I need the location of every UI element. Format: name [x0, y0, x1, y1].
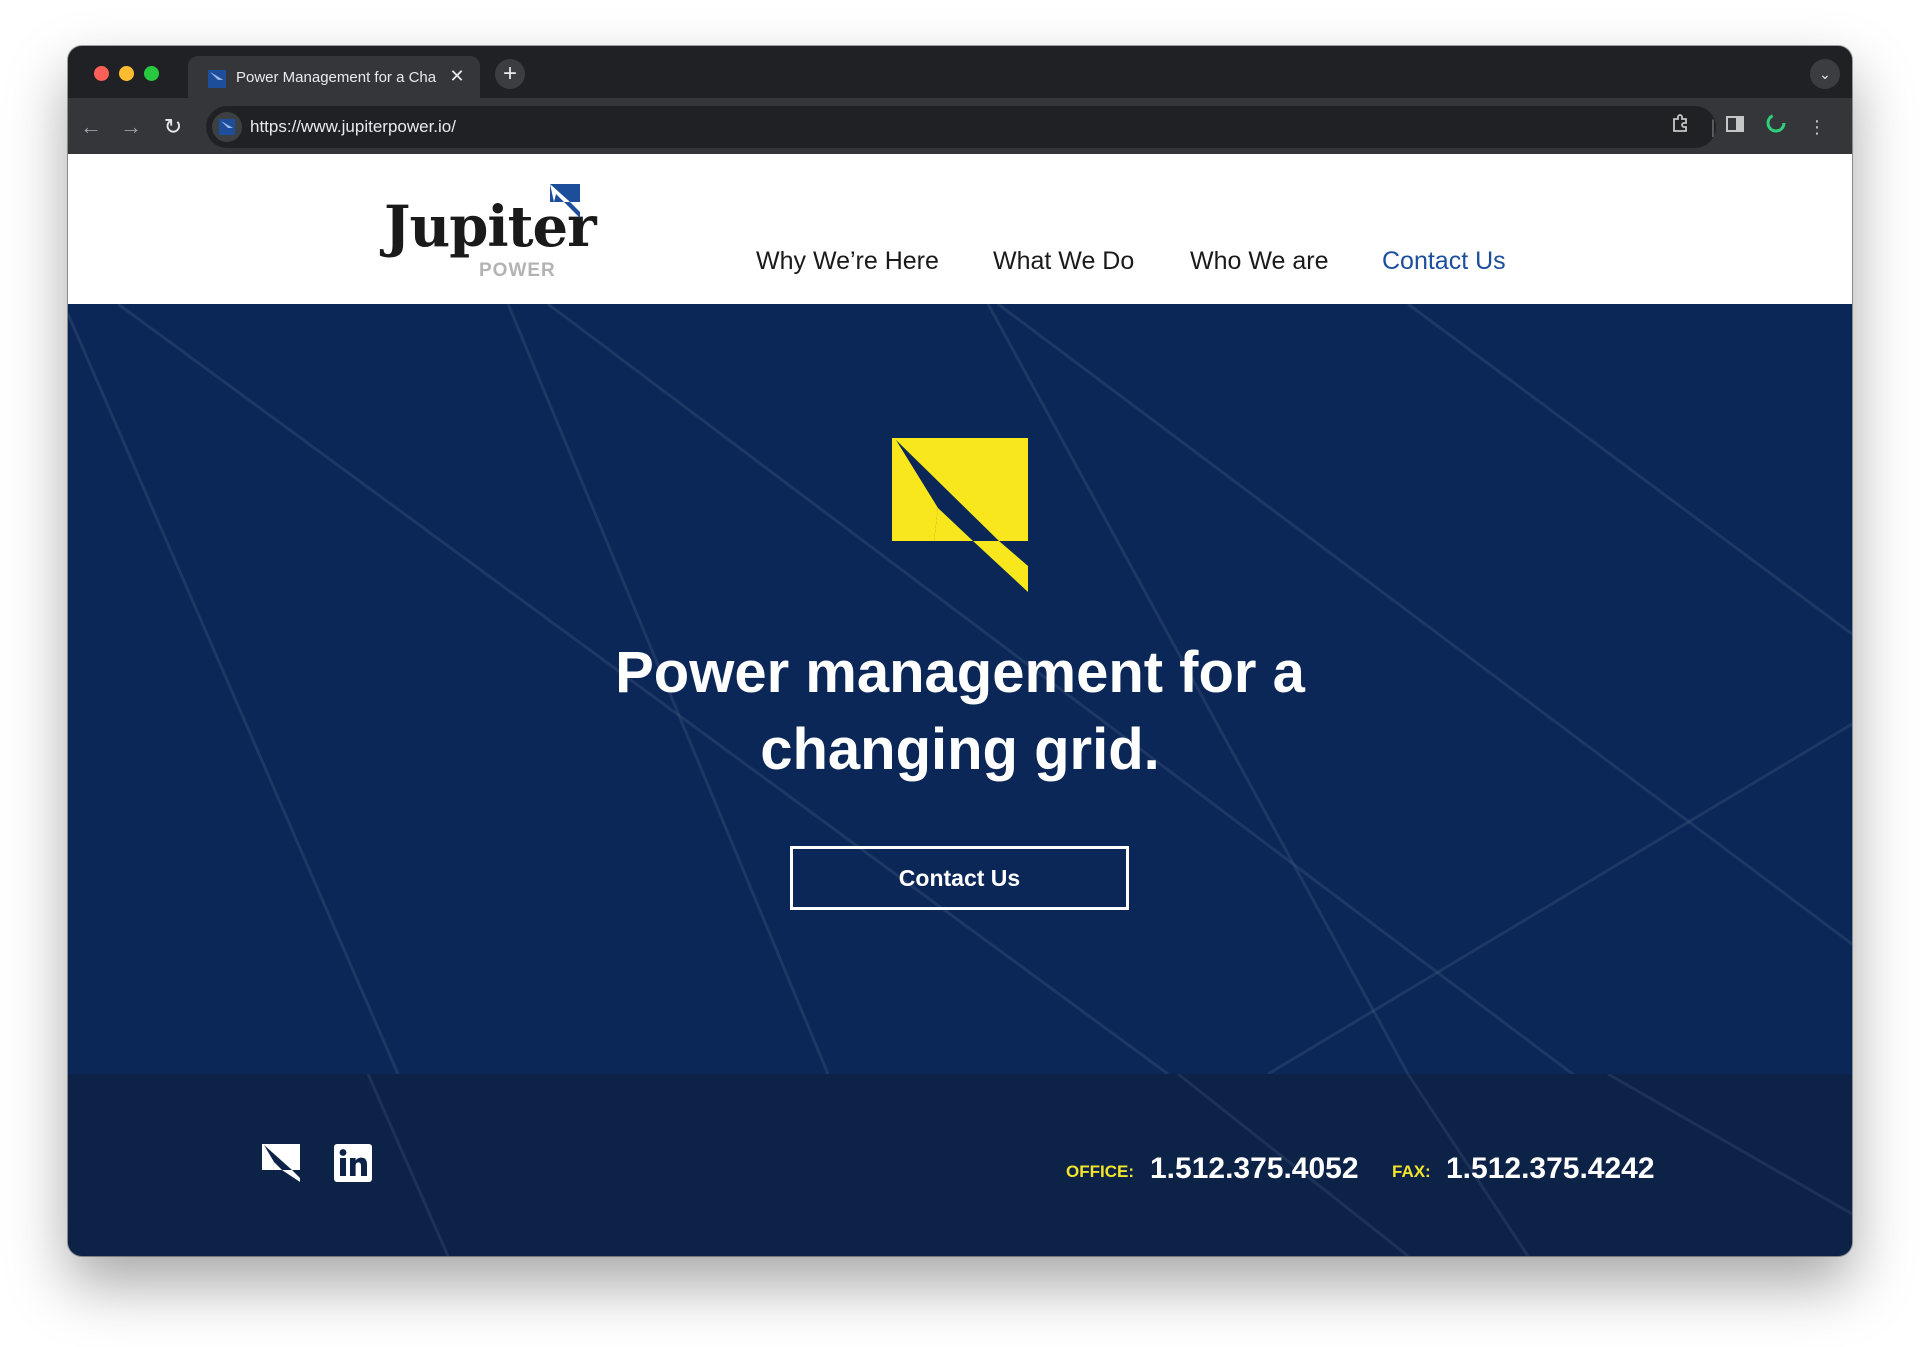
- site-header: Jupiter POWER Why We’re Here What We Do …: [68, 154, 1852, 304]
- logo-subtext: POWER: [479, 260, 556, 281]
- office-label: OFFICE:: [1066, 1162, 1134, 1181]
- site-footer: OFFICE: 1.512.375.4052 FAX: 1.512.375.42…: [68, 1074, 1852, 1256]
- minimize-window-button[interactable]: [119, 66, 134, 81]
- office-phone-number[interactable]: 1.512.375.4052: [1150, 1152, 1359, 1186]
- extensions-puzzle-icon[interactable]: [1665, 112, 1695, 142]
- browser-window: Power Management for a Cha ✕ + ⌄ ← → ↻ h…: [68, 46, 1852, 1256]
- browser-tab[interactable]: Power Management for a Cha ✕: [188, 56, 480, 98]
- fax-number[interactable]: 1.512.375.4242: [1446, 1152, 1655, 1186]
- contact-us-button[interactable]: Contact Us: [790, 846, 1129, 910]
- site-info-icon[interactable]: [212, 112, 242, 142]
- tab-search-chevron-icon[interactable]: ⌄: [1810, 59, 1840, 89]
- hero-section: Power management for a changing grid. Co…: [68, 304, 1852, 1074]
- back-arrow-icon[interactable]: ←: [76, 112, 106, 142]
- close-window-button[interactable]: [94, 66, 109, 81]
- nav-contact-us[interactable]: Contact Us: [1382, 244, 1506, 278]
- address-bar[interactable]: https://www.jupiterpower.io/: [206, 106, 1716, 148]
- tab-strip: Power Management for a Cha ✕ + ⌄: [68, 46, 1852, 98]
- profile-extension-icon[interactable]: [1761, 112, 1791, 142]
- more-menu-icon[interactable]: ⋮: [1802, 112, 1832, 142]
- url-text[interactable]: https://www.jupiterpower.io/: [250, 116, 850, 138]
- new-tab-button[interactable]: +: [495, 59, 525, 89]
- logo-mark-icon: [550, 184, 580, 218]
- hero-heading-line-1: Power management for a: [615, 640, 1305, 705]
- jupiter-mark-icon[interactable]: [262, 1144, 300, 1182]
- jupiter-favicon-icon: [208, 70, 226, 88]
- forward-arrow-icon[interactable]: →: [116, 112, 146, 142]
- hero-heading-line-2: changing grid.: [760, 717, 1160, 782]
- jupiter-power-logo[interactable]: Jupiter POWER: [384, 182, 597, 282]
- hero-logo-mark-icon: [892, 438, 1028, 592]
- hero-heading: Power management for a changing grid.: [460, 634, 1460, 794]
- nav-who-we-are[interactable]: Who We are: [1190, 244, 1328, 278]
- nav-what-we-do[interactable]: What We Do: [993, 244, 1134, 278]
- side-panel-icon[interactable]: [1720, 112, 1750, 142]
- nav-why-were-here[interactable]: Why We’re Here: [756, 244, 939, 278]
- zoom-window-button[interactable]: [144, 66, 159, 81]
- linkedin-icon[interactable]: [334, 1144, 372, 1182]
- tab-title: Power Management for a Cha: [236, 69, 437, 86]
- fax-label: FAX:: [1392, 1162, 1431, 1181]
- reload-icon[interactable]: ↻: [158, 112, 188, 142]
- close-tab-icon[interactable]: ✕: [446, 65, 468, 87]
